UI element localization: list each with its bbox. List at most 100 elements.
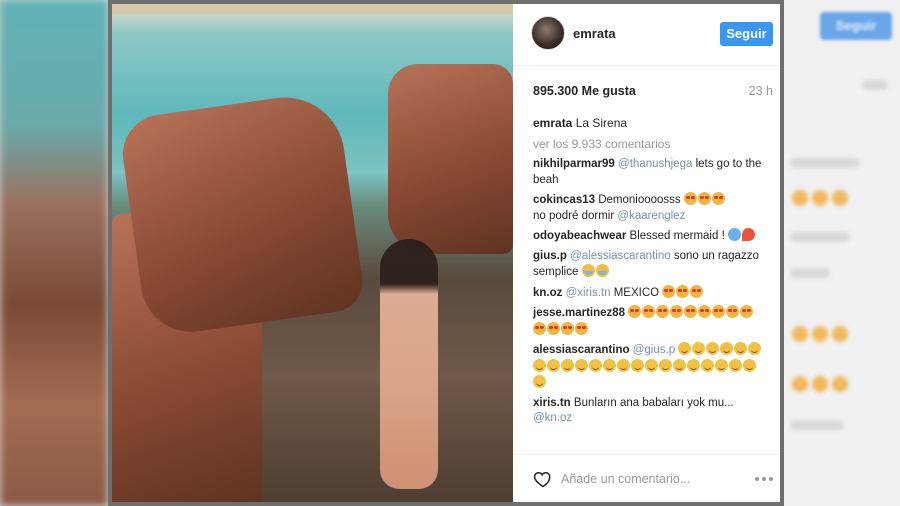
smile-emoji-icon [603,358,616,372]
smile-emoji-icon [575,358,588,372]
view-all-comments-link[interactable]: ver los 9.933 comentarios [533,137,670,151]
post-header: emrata Seguir [513,4,780,66]
comment-text: MEXICO [613,286,660,299]
heart-eyes-emoji-icon [684,305,698,318]
comment-item: odoyabeachwear Blessed mermaid ! [533,228,765,245]
comment-mention[interactable]: @kaarenglez [617,210,685,222]
comment-mention[interactable]: @xiris.tn [566,287,611,299]
post-modal: emrata Seguir 895.300 Me gusta 23 h emra… [108,0,784,506]
comment-username[interactable]: cokincas13 [533,194,595,206]
comment-mention[interactable]: @thanushjega [618,158,692,170]
heart-eyes-emoji-icon [670,305,684,318]
smile-emoji-icon [734,342,748,355]
ghost-follow-button: Seguir [820,12,892,40]
heart-eyes-emoji-icon [697,192,711,205]
ghost-line [790,268,830,278]
heart-eyes-emoji-icon [676,284,690,298]
caption-username[interactable]: emrata [533,116,572,130]
comment-username[interactable]: xiris.tn [533,397,571,409]
smile-emoji-icon [631,358,644,372]
flame-emoji-icon [741,228,755,241]
laugh-emoji-icon [581,264,595,277]
post-timestamp[interactable]: 23 h [749,84,773,98]
heart-eyes-emoji-icon [698,305,712,318]
more-dots-icon[interactable] [753,475,775,483]
beach-sand [112,4,513,14]
ghost-emoji [812,376,828,392]
smile-emoji-icon [617,358,630,372]
ghost-line [790,232,850,242]
comment-item: jesse.martinez88 [533,305,765,338]
ghost-emoji [832,190,848,206]
comment-footer [513,454,780,502]
heart-eyes-emoji-icon [662,284,676,298]
comment-input[interactable] [561,469,731,489]
comment-item: xiris.tn Bunların ana babaları yok mu...… [533,396,765,427]
smile-emoji-icon [748,342,762,355]
blurred-background-left [0,0,108,506]
heart-eyes-emoji-icon [561,321,574,335]
smile-emoji-icon [673,358,686,372]
smile-emoji-icon [692,342,706,355]
ghost-emoji [812,326,828,342]
heart-eyes-emoji-icon [726,305,740,318]
comment-item: nikhilparmar99 @thanushjega lets go to t… [533,157,765,188]
smile-emoji-icon [561,358,574,372]
rock-right [388,64,513,254]
smile-emoji-icon [645,358,658,372]
comment-username[interactable]: kn.oz [533,287,562,299]
heart-eyes-emoji-icon [690,284,704,298]
rock-center [117,89,367,339]
comment-text: Bunların ana babaları yok mu... [573,396,734,409]
ghost-line [790,158,860,168]
post-side-panel: emrata Seguir 895.300 Me gusta 23 h emra… [513,4,780,502]
smile-emoji-icon [678,342,692,355]
smile-emoji-icon [743,358,756,372]
comment-text: Blessed mermaid ! [629,230,725,242]
comment-mention[interactable]: @kn.oz [533,412,572,424]
comment-item: cokincas13 Demonioooosss no podré dormir… [533,192,765,224]
smile-emoji-icon [720,342,734,355]
heart-eyes-emoji-icon [533,321,546,335]
heart-eyes-emoji-icon [547,321,560,335]
likes-count[interactable]: 895.300 Me gusta [533,84,636,98]
comment-mention[interactable]: @alessiascarantino [570,250,671,262]
heart-eyes-emoji-icon [740,305,754,318]
comment-text: no podré dormir [533,209,615,222]
comment-mention[interactable]: @gius.p [633,344,675,356]
smile-emoji-icon [706,342,720,355]
comment-item: alessiascarantino @gius.p [533,342,765,392]
post-username[interactable]: emrata [573,26,616,41]
smile-emoji-icon [701,358,714,372]
comment-username[interactable]: jesse.martinez88 [533,307,625,319]
comment-username[interactable]: odoyabeachwear [533,230,626,242]
post-caption: emrata La Sirena [533,116,627,130]
heart-outline-icon[interactable] [533,469,553,489]
avatar[interactable] [531,16,565,50]
laugh-emoji-icon [595,264,609,277]
smile-emoji-icon [687,358,700,372]
comment-username[interactable]: gius.p [533,250,567,262]
comment-username[interactable]: alessiascarantino [533,344,630,356]
smile-emoji-icon [533,375,546,388]
heart-eyes-emoji-icon [656,305,670,318]
follow-button[interactable]: Seguir [720,22,773,46]
ghost-line [790,420,844,430]
ghost-emoji [792,326,808,342]
caption-text: La Sirena [575,116,628,130]
heart-eyes-emoji-icon [711,192,725,205]
smile-emoji-icon [533,358,546,372]
comment-username[interactable]: nikhilparmar99 [533,158,615,170]
heart-eyes-emoji-icon [683,192,697,205]
smile-emoji-icon [729,358,742,372]
person-figure [380,239,438,489]
heart-eyes-emoji-icon [642,305,656,318]
ghost-emoji [812,190,828,206]
wave-emoji-icon [727,228,741,241]
ghost-time [862,80,888,90]
ghost-emoji [832,326,848,342]
comment-text: Demonioooosss [598,194,681,206]
smile-emoji-icon [589,358,602,372]
smile-emoji-icon [547,358,560,372]
comment-item: gius.p @alessiascarantino sono un ragazz… [533,249,765,281]
